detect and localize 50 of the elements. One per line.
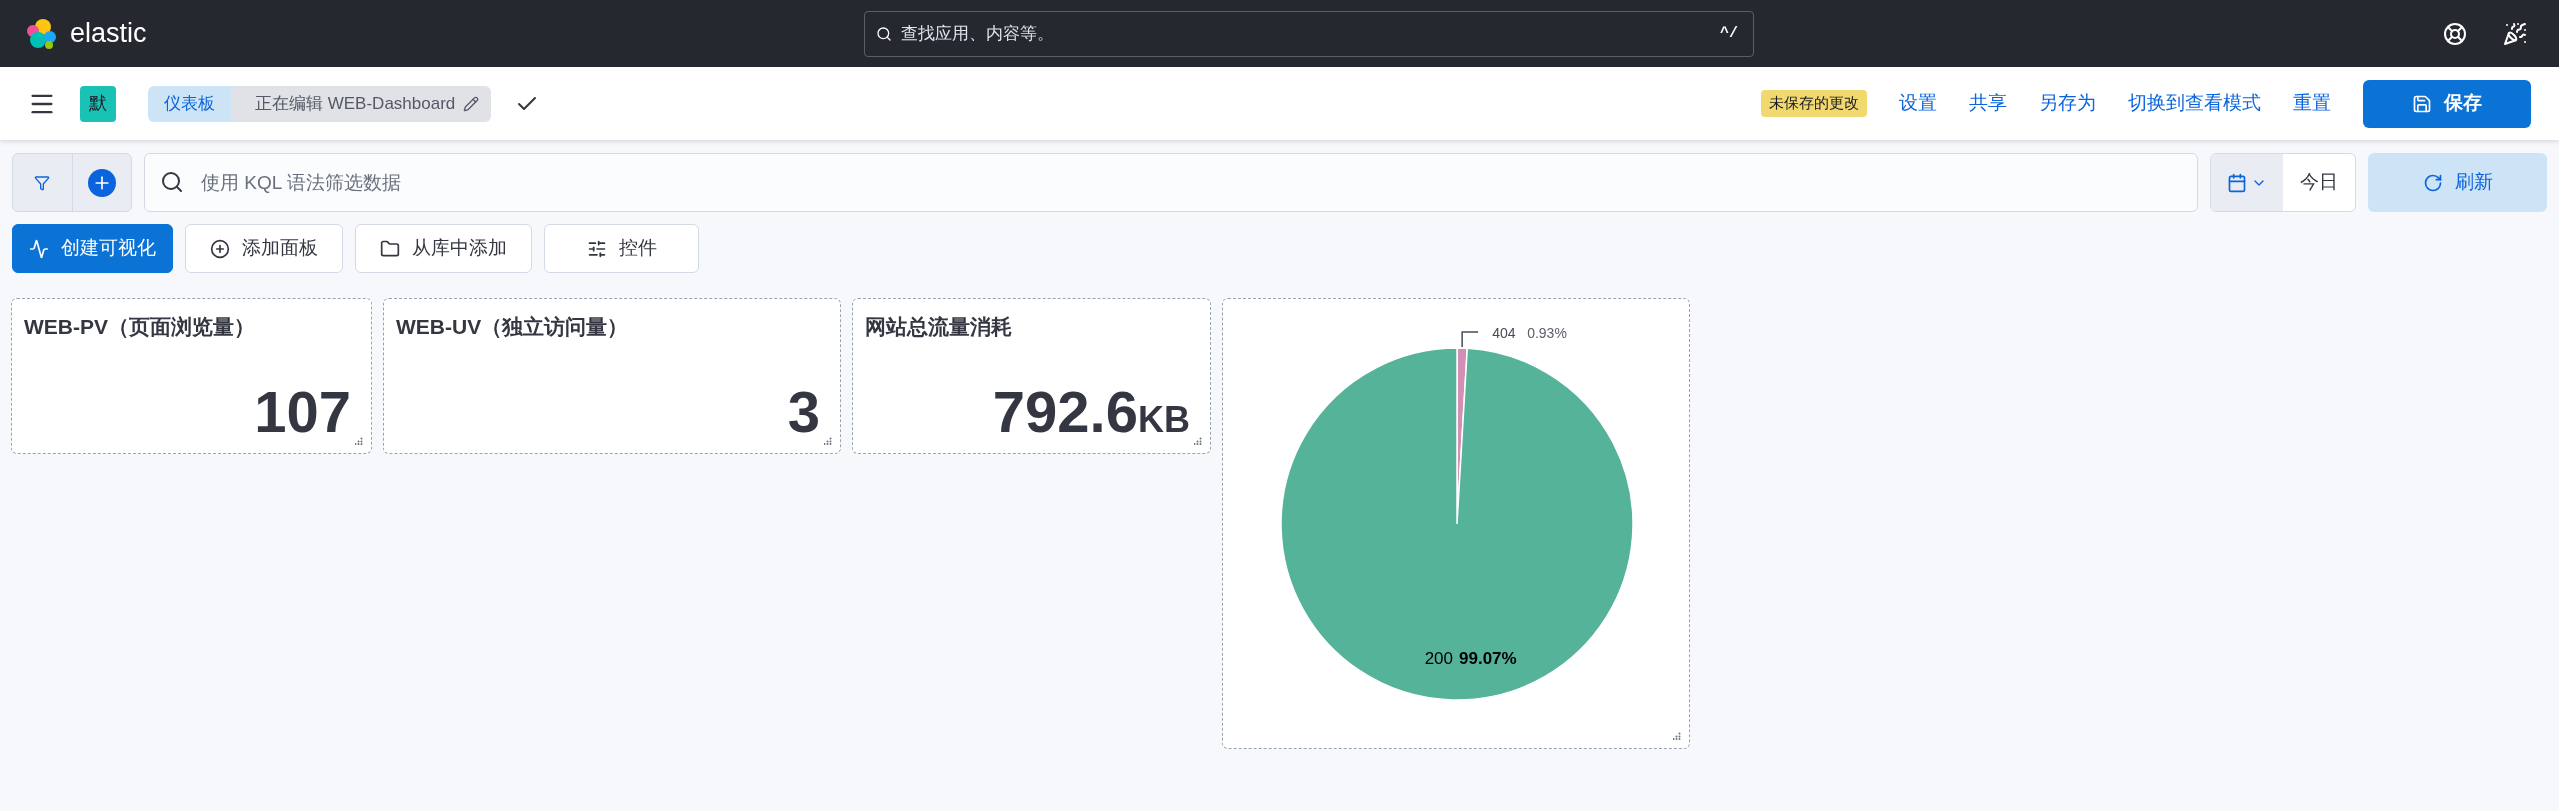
- slice-category-label: 200: [1424, 649, 1453, 668]
- slice-category-label: 404: [1492, 325, 1516, 342]
- metric-value: 3: [787, 383, 820, 441]
- toolbar-button[interactable]: 添加面板: [185, 224, 343, 273]
- unsaved-changes-badge: 未保存的更改: [1761, 90, 1867, 117]
- resize-handle-icon[interactable]: [1194, 437, 1202, 445]
- refresh-button[interactable]: 刷新: [2368, 153, 2547, 212]
- breadcrumb[interactable]: 正在编辑 WEB-Dashboard: [231, 85, 492, 122]
- calendar-icon: [2227, 172, 2247, 193]
- toolbar-button[interactable]: 控件: [544, 224, 699, 273]
- save-button[interactable]: 保存: [2363, 79, 2531, 128]
- header-link[interactable]: 共享: [1969, 89, 2007, 118]
- slice-value-label: 99.07%: [1459, 649, 1517, 668]
- metric-value: 107: [254, 383, 351, 441]
- help-icon[interactable]: [2443, 21, 2467, 46]
- sliders-icon: [586, 238, 607, 259]
- resize-handle-icon[interactable]: [1673, 732, 1681, 740]
- pencil-icon: [463, 95, 480, 112]
- leader-line: [1461, 331, 1479, 348]
- toolbar-button[interactable]: 从库中添加: [355, 224, 532, 273]
- metric-value: 792.6: [992, 383, 1138, 441]
- resize-handle-icon[interactable]: [824, 437, 832, 445]
- folder-icon: [380, 238, 400, 259]
- slice-value-label: 0.93%: [1527, 325, 1567, 342]
- query-field[interactable]: 使用 KQL 语法筛选数据: [144, 153, 2198, 212]
- header-link[interactable]: 重置: [2293, 89, 2331, 118]
- space-avatar[interactable]: 默: [80, 85, 116, 122]
- chart-icon: [29, 238, 49, 259]
- panel-title: WEB-PV（页面浏览量）: [24, 314, 256, 340]
- party-popper-icon[interactable]: [2503, 21, 2527, 46]
- plus-circle-icon: [210, 238, 230, 259]
- panel-title: WEB-UV（独立访问量）: [396, 314, 630, 340]
- header-link[interactable]: 切换到查看模式: [2128, 89, 2261, 118]
- search-icon: [160, 170, 184, 194]
- search-icon: [876, 25, 892, 42]
- header-link[interactable]: 另存为: [2039, 89, 2096, 118]
- resize-handle-icon[interactable]: [355, 437, 363, 445]
- save-icon: [2412, 93, 2432, 114]
- logo-text: elastic: [70, 17, 147, 51]
- logo-icon: [24, 16, 58, 51]
- filter-icon: [34, 174, 51, 191]
- panel-title: 网站总流量消耗: [865, 314, 1013, 340]
- date-picker[interactable]: 今日: [2210, 153, 2356, 212]
- breadcrumb[interactable]: 仪表板: [148, 85, 231, 122]
- header-link[interactable]: 设置: [1899, 89, 1937, 118]
- shortcut-hint: ^/: [1720, 23, 1738, 44]
- refresh-icon: [2422, 172, 2443, 193]
- date-range-text: 今日: [2299, 170, 2339, 195]
- metric-unit: KB: [1138, 402, 1190, 438]
- toolbar-button[interactable]: 创建可视化: [12, 224, 173, 273]
